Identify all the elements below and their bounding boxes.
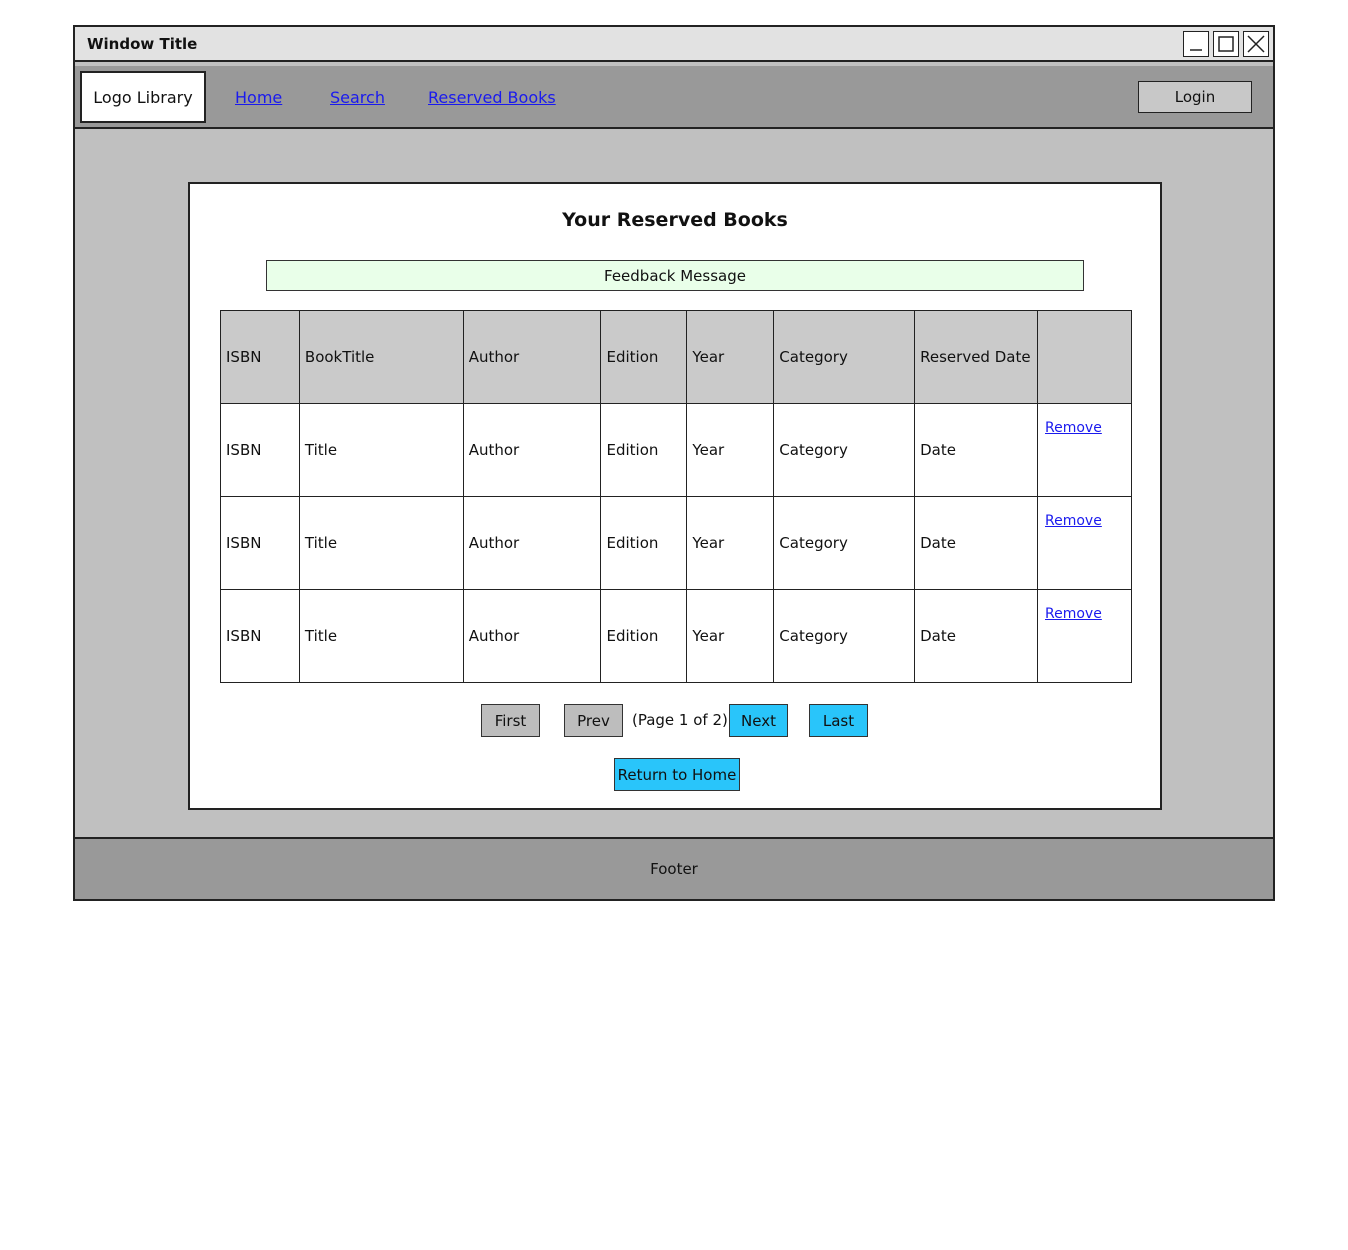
nav-link-reserved-books[interactable]: Reserved Books [428, 88, 556, 107]
page-title: Your Reserved Books [562, 209, 788, 231]
first-page-button[interactable]: First [481, 704, 540, 737]
cell-year: Year [686, 589, 775, 683]
footer: Footer [75, 837, 1273, 899]
column-header-year: Year [686, 310, 775, 404]
column-header-reserved-date: Reserved Date [914, 310, 1039, 404]
column-header-edition: Edition [600, 310, 688, 404]
cell-title: Title [298, 589, 464, 683]
maximize-icon [1218, 36, 1234, 52]
minimize-icon [1190, 49, 1202, 51]
cell-year: Year [686, 403, 775, 497]
page-indicator: (Page 1 of 2) [632, 711, 728, 729]
table-header-row: ISBN BookTitle Author Edition Year Categ… [220, 310, 1132, 404]
minimize-button[interactable] [1183, 31, 1209, 57]
cell-action: Remove [1037, 496, 1132, 590]
cell-date: Date [914, 496, 1039, 590]
nav-bar: Logo Library Home Search Reserved Books … [75, 66, 1273, 129]
cell-author: Author [462, 589, 602, 683]
cell-category: Category [773, 403, 916, 497]
close-icon [1247, 35, 1265, 53]
cell-isbn: ISBN [220, 403, 300, 497]
cell-isbn: ISBN [220, 496, 300, 590]
cell-edition: Edition [600, 589, 688, 683]
return-home-button[interactable]: Return to Home [614, 758, 740, 791]
next-page-button[interactable]: Next [729, 704, 788, 737]
cell-isbn: ISBN [220, 589, 300, 683]
table-row: ISBN Title Author Edition Year Category … [220, 403, 1132, 497]
cell-title: Title [298, 496, 464, 590]
cell-year: Year [686, 496, 775, 590]
column-header-category: Category [773, 310, 916, 404]
logo: Logo Library [80, 71, 206, 123]
maximize-button[interactable] [1213, 31, 1239, 57]
column-header-isbn: ISBN [220, 310, 300, 404]
feedback-message: Feedback Message [266, 260, 1084, 291]
nav-link-home[interactable]: Home [235, 88, 282, 107]
nav-link-search[interactable]: Search [330, 88, 385, 107]
column-header-book-title: BookTitle [298, 310, 464, 404]
reserved-books-table: ISBN BookTitle Author Edition Year Categ… [220, 310, 1132, 683]
table-row: ISBN Title Author Edition Year Category … [220, 496, 1132, 590]
column-header-author: Author [462, 310, 602, 404]
login-button[interactable]: Login [1138, 81, 1252, 113]
cell-title: Title [298, 403, 464, 497]
title-bar: Window Title [75, 27, 1273, 62]
pagination: First Prev (Page 1 of 2) Next Last [190, 704, 1160, 737]
app-window: Window Title Logo Library Home Search Re… [73, 25, 1275, 901]
cell-edition: Edition [600, 403, 688, 497]
remove-link[interactable]: Remove [1045, 606, 1102, 622]
cell-action: Remove [1037, 403, 1132, 497]
cell-action: Remove [1037, 589, 1132, 683]
remove-link[interactable]: Remove [1045, 420, 1102, 436]
content-panel: Your Reserved Books Feedback Message ISB… [188, 182, 1162, 810]
cell-category: Category [773, 496, 916, 590]
cell-date: Date [914, 589, 1039, 683]
cell-edition: Edition [600, 496, 688, 590]
last-page-button[interactable]: Last [809, 704, 868, 737]
table-row: ISBN Title Author Edition Year Category … [220, 589, 1132, 683]
column-header-actions [1037, 310, 1132, 404]
prev-page-button[interactable]: Prev [564, 704, 623, 737]
close-button[interactable] [1243, 31, 1269, 57]
cell-author: Author [462, 403, 602, 497]
cell-author: Author [462, 496, 602, 590]
remove-link[interactable]: Remove [1045, 513, 1102, 529]
window-title: Window Title [87, 35, 198, 53]
cell-date: Date [914, 403, 1039, 497]
cell-category: Category [773, 589, 916, 683]
